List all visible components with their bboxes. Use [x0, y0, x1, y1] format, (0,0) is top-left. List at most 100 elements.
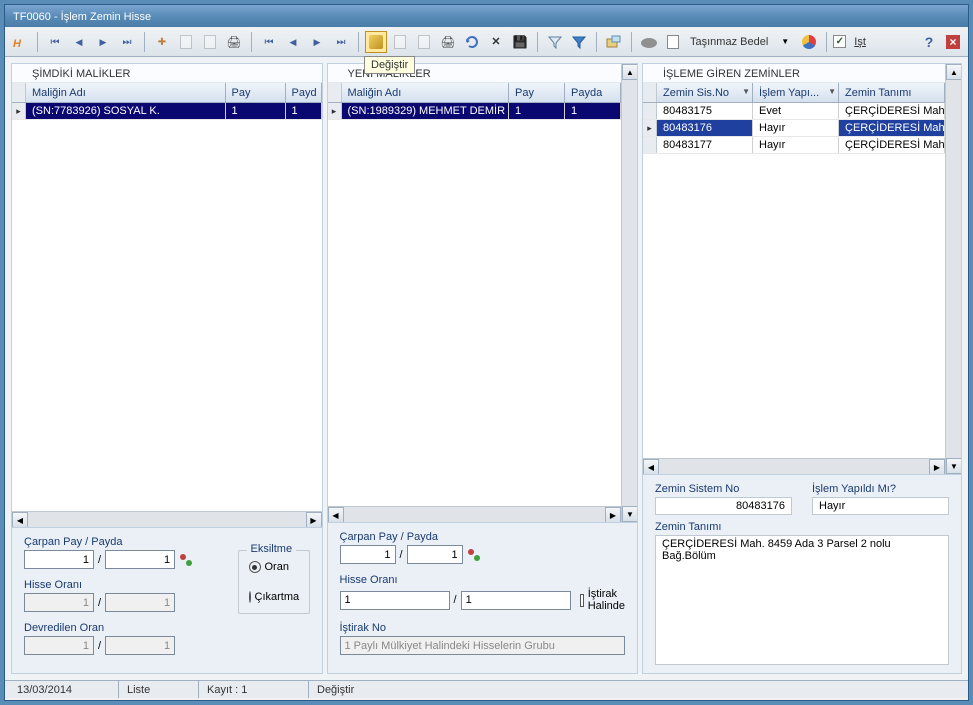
scroll-down-btn[interactable]: ▼: [622, 506, 637, 522]
slash: /: [454, 594, 457, 606]
add-icon: [158, 36, 166, 48]
carpan-payda-input[interactable]: [407, 545, 463, 564]
filter-btn-1[interactable]: [544, 31, 566, 53]
status-liste: Liste: [119, 681, 199, 698]
cell-sis: 80483175: [657, 103, 753, 119]
tool-btn-1[interactable]: [603, 31, 625, 53]
carpan-payda-input[interactable]: [105, 550, 175, 569]
grid-body[interactable]: ▸ (SN:1989329) MEHMET DEMİR 1 1: [328, 103, 622, 506]
hisse-label: Hisse Oranı: [340, 574, 626, 586]
grid-body[interactable]: ▸ (SN:7783926) SOSYAL K. 1 1: [12, 103, 322, 511]
nav-prev-btn-2[interactable]: [282, 31, 304, 53]
hisse-pay-input[interactable]: [340, 591, 450, 610]
print-btn-2[interactable]: [437, 31, 459, 53]
doc-icon: [667, 35, 679, 49]
v-scrollbar[interactable]: ▲ ▼: [621, 64, 637, 522]
chart-icon: [802, 35, 816, 49]
chart-btn[interactable]: [798, 31, 820, 53]
nav-next-btn[interactable]: [92, 31, 114, 53]
refresh-btn[interactable]: [461, 31, 483, 53]
v-scrollbar[interactable]: ▲ ▼: [945, 64, 961, 474]
slash: /: [400, 549, 403, 561]
scroll-right-btn[interactable]: ▶: [605, 507, 621, 522]
col-payda[interactable]: Payd: [286, 83, 322, 102]
scroll-right-btn[interactable]: ▶: [306, 512, 322, 527]
chevron-down-icon[interactable]: ▼: [828, 87, 836, 96]
help-btn[interactable]: [918, 31, 940, 53]
col-zemin-tanimi[interactable]: Zemin Tanımı: [839, 83, 945, 102]
tanim-label: Zemin Tanımı: [655, 521, 949, 533]
col-pay[interactable]: Pay: [509, 83, 565, 102]
col-islem-yapi[interactable]: İşlem Yapı...▼: [753, 83, 839, 102]
prev-icon: [290, 36, 297, 48]
chevron-down-icon[interactable]: ▼: [742, 87, 750, 96]
nav-next-btn-2[interactable]: [306, 31, 328, 53]
cloud-btn[interactable]: [638, 31, 660, 53]
separator: [358, 32, 359, 52]
nav-first-btn-2[interactable]: [258, 31, 280, 53]
istirak-checkbox[interactable]: [580, 594, 584, 607]
istirak-no-input: [340, 636, 626, 655]
grid-body[interactable]: 80483175 Evet ÇERÇİDERESİ Mah. ▸ 8048317…: [643, 103, 945, 458]
scroll-track[interactable]: [28, 512, 306, 527]
grid-header: Maliğin Adı Pay Payd: [12, 83, 322, 103]
slash: /: [98, 554, 101, 566]
next-icon: [100, 36, 107, 48]
scroll-left-btn[interactable]: ◀: [328, 507, 344, 522]
nav-prev-btn[interactable]: [68, 31, 90, 53]
close-btn[interactable]: [942, 31, 964, 53]
istirak-no-label: İştirak No: [340, 622, 626, 634]
radio-oran[interactable]: Oran: [249, 561, 299, 573]
col-payda[interactable]: Payda: [565, 83, 621, 102]
scroll-down-btn[interactable]: ▼: [946, 458, 961, 474]
hisse-pay-input: [24, 593, 94, 612]
scroll-track[interactable]: [659, 459, 929, 474]
ist-checkbox[interactable]: [833, 35, 846, 48]
scroll-track[interactable]: [946, 80, 961, 458]
delete-icon: [491, 35, 500, 48]
grid-row[interactable]: ▸ (SN:1989329) MEHMET DEMİR 1 1: [328, 103, 622, 120]
last-icon: [337, 36, 346, 48]
scroll-track[interactable]: [622, 80, 637, 506]
doc-btn-4[interactable]: [662, 31, 684, 53]
carpan-pay-input[interactable]: [24, 550, 94, 569]
col-zemin-sisno[interactable]: Zemin Sis.No▼: [657, 83, 753, 102]
add-record-btn[interactable]: [151, 31, 173, 53]
scroll-track[interactable]: [344, 507, 606, 522]
nav-last-btn-2[interactable]: [330, 31, 352, 53]
dropdown-btn[interactable]: ▼: [774, 31, 796, 53]
grid-row[interactable]: 80483175 Evet ÇERÇİDERESİ Mah.: [643, 103, 945, 120]
doc-icon: [418, 35, 430, 49]
edit-btn[interactable]: Değiştir: [365, 31, 387, 53]
scroll-right-btn[interactable]: ▶: [929, 459, 945, 474]
h-scrollbar[interactable]: ◀ ▶: [328, 506, 622, 522]
ist-label: Işt: [850, 36, 870, 48]
grid-row[interactable]: ▸ 80483176 Hayır ÇERÇİDERESİ Mah.: [643, 120, 945, 137]
tool-icon[interactable]: [467, 548, 481, 562]
hisse-payda-input[interactable]: [461, 591, 571, 610]
nav-first-btn[interactable]: [44, 31, 66, 53]
radio-cikartma[interactable]: Çıkartma: [249, 591, 299, 603]
scroll-up-btn[interactable]: ▲: [622, 64, 637, 80]
h-scrollbar[interactable]: ◀ ▶: [643, 458, 945, 474]
filter-btn-2[interactable]: [568, 31, 590, 53]
h-scrollbar[interactable]: ◀ ▶: [12, 511, 322, 527]
scroll-left-btn[interactable]: ◀: [12, 512, 28, 527]
col-malik-adi[interactable]: Maliğin Adı: [342, 83, 510, 102]
carpan-pay-input[interactable]: [340, 545, 396, 564]
save-btn[interactable]: [509, 31, 531, 53]
tool-icon[interactable]: [179, 553, 193, 567]
grid-row[interactable]: ▸ (SN:7783926) SOSYAL K. 1 1: [12, 103, 322, 120]
scroll-left-btn[interactable]: ◀: [643, 459, 659, 474]
detail-panel: Zemin Sistem No 80483176 İşlem Yapıldı M…: [643, 474, 961, 673]
col-pay[interactable]: Pay: [226, 83, 286, 102]
scroll-up-btn[interactable]: ▲: [946, 64, 961, 80]
svg-text:H: H: [13, 38, 22, 50]
delete-btn[interactable]: [485, 31, 507, 53]
cell-tanim: ÇERÇİDERESİ Mah.: [839, 120, 945, 136]
col-malik-adi[interactable]: Maliğin Adı: [26, 83, 226, 102]
print-btn-1[interactable]: [223, 31, 245, 53]
nav-last-btn[interactable]: [116, 31, 138, 53]
radio-icon: [249, 561, 261, 573]
grid-row[interactable]: 80483177 Hayır ÇERÇİDERESİ Mah.: [643, 137, 945, 154]
